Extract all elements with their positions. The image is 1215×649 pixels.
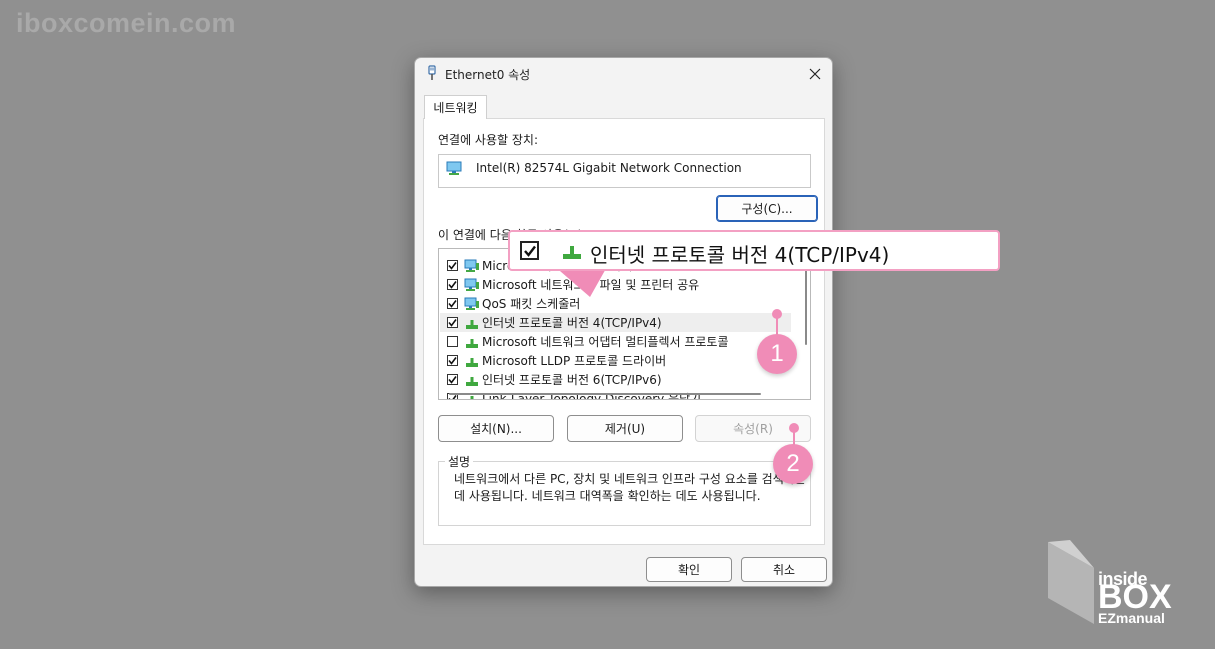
list-item[interactable]: 인터넷 프로토콜 버전 4(TCP/IPv4) (440, 313, 791, 332)
callout-pointer (560, 265, 608, 297)
protocol-icon (464, 316, 480, 330)
logo-line-2: BOX (1098, 578, 1172, 616)
device-field: Intel(R) 82574L Gigabit Network Connecti… (438, 154, 811, 188)
uninstall-button[interactable]: 제거(U) (567, 415, 683, 442)
checkbox-checked-icon (520, 241, 539, 260)
ok-button[interactable]: 확인 (646, 557, 732, 582)
step-badge-2: 2 (773, 444, 813, 484)
site-watermark: iboxcomein.com (16, 8, 237, 38)
logo-emblem-icon (1048, 540, 1094, 624)
title-bar: Ethernet0 속성 (415, 58, 832, 88)
description-text: 네트워크에서 다른 PC, 장치 및 네트워크 인프라 구성 요소를 검색하는 … (454, 472, 806, 503)
install-button[interactable]: 설치(N)... (438, 415, 554, 442)
connect-using-label: 연결에 사용할 장치: (438, 133, 538, 147)
step-badge-1: 1 (757, 334, 797, 374)
networking-panel: 연결에 사용할 장치: Intel(R) 82574L Gigabit Netw… (423, 118, 825, 545)
network-monitor-icon (464, 259, 480, 273)
logo-line-3: EZmanual (1098, 610, 1165, 626)
description-group: 설명 네트워크에서 다른 PC, 장치 및 네트워크 인프라 구성 요소를 검색… (438, 453, 811, 526)
list-item-label: Microsoft 네트워크 어댑터 멀티플렉서 프로토콜 (482, 335, 729, 349)
protocol-icon (464, 373, 480, 387)
horizontal-scrollbar[interactable] (449, 393, 761, 395)
list-item-label: 인터넷 프로토콜 버전 6(TCP/IPv6) (482, 373, 662, 387)
checkbox-checked[interactable] (447, 355, 458, 366)
zoom-callout: 인터넷 프로토콜 버전 4(TCP/IPv4) (508, 230, 1000, 271)
checkbox-unchecked[interactable] (447, 336, 458, 347)
checkbox-checked[interactable] (447, 260, 458, 271)
list-item[interactable]: Microsoft LLDP 프로토콜 드라이버 (440, 351, 791, 370)
protocol-icon (560, 243, 584, 264)
ethernet-plug-icon (426, 65, 438, 84)
close-button[interactable] (804, 63, 826, 85)
list-item-label: Link-Layer Topology Discovery 응답기 (482, 392, 702, 400)
callout-text: 인터넷 프로토콜 버전 4(TCP/IPv4) (590, 243, 890, 267)
protocol-icon (464, 354, 480, 368)
list-item-label: 인터넷 프로토콜 버전 4(TCP/IPv4) (482, 316, 662, 330)
protocol-icon (464, 335, 480, 349)
configure-button[interactable]: 구성(C)... (716, 195, 818, 222)
network-monitor-icon (464, 278, 480, 292)
device-name: Intel(R) 82574L Gigabit Network Connecti… (476, 161, 742, 175)
checkbox-checked[interactable] (447, 279, 458, 290)
description-legend: 설명 (445, 453, 474, 470)
network-adapter-icon (446, 161, 464, 180)
network-monitor-icon (464, 297, 480, 311)
insidebox-logo: inside BOX EZmanual (1046, 538, 1198, 632)
list-item[interactable]: Microsoft 네트워크 어댑터 멀티플렉서 프로토콜 (440, 332, 791, 351)
tab-networking[interactable]: 네트워킹 (424, 95, 487, 119)
dialog-title: Ethernet0 속성 (445, 68, 531, 82)
close-icon (809, 68, 821, 80)
checkbox-checked[interactable] (447, 298, 458, 309)
list-item-label: Microsoft LLDP 프로토콜 드라이버 (482, 354, 667, 368)
checkbox-checked[interactable] (447, 317, 458, 328)
checkbox-checked[interactable] (447, 374, 458, 385)
cancel-button[interactable]: 취소 (741, 557, 827, 582)
list-item[interactable]: 인터넷 프로토콜 버전 6(TCP/IPv6) (440, 370, 791, 389)
